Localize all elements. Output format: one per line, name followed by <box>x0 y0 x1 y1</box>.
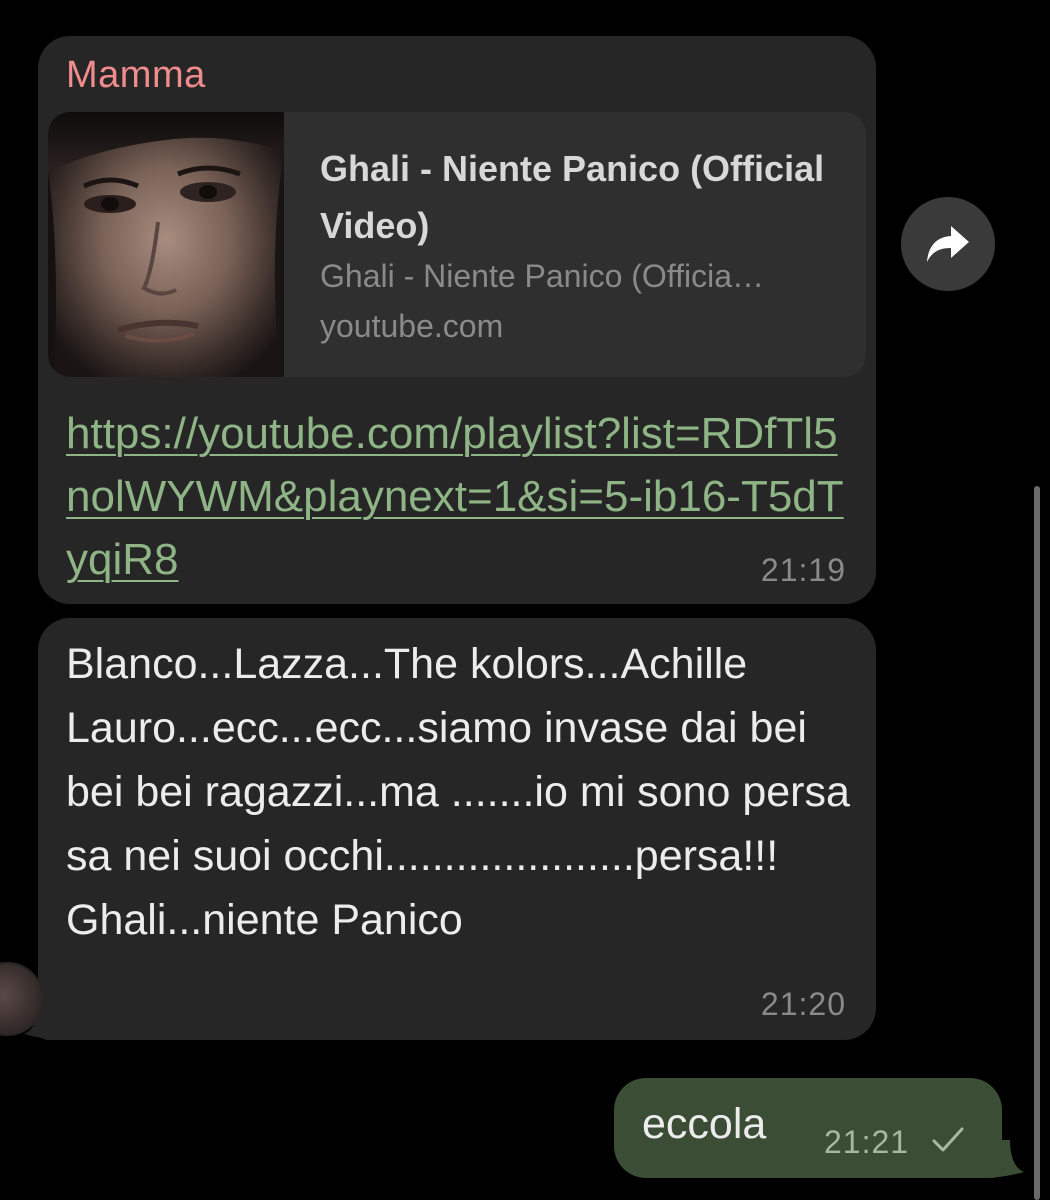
bubble-tail-outgoing <box>984 1140 1024 1178</box>
incoming-message-link[interactable]: Mamma Ghali - Niente Panico (Official Vi… <box>38 36 876 604</box>
forward-button[interactable] <box>901 197 995 291</box>
scrollbar[interactable] <box>1034 486 1040 1200</box>
message-timestamp: 21:20 <box>760 986 846 1022</box>
chat-screen: Mamma Ghali - Niente Panico (Official Vi… <box>0 0 1050 1200</box>
message-timestamp: 21:19 <box>760 552 846 588</box>
message-link[interactable]: https://youtube.com/playlist?list=RDfTl5… <box>66 402 846 591</box>
forward-arrow-icon <box>927 226 969 262</box>
check-icon <box>932 1127 964 1152</box>
link-preview-card[interactable]: Ghali - Niente Panico (Official Video) G… <box>48 112 866 377</box>
message-text: Blanco...Lazza...The kolors...Achille La… <box>66 640 850 944</box>
outgoing-message[interactable]: eccola 21:21 <box>614 1078 1002 1178</box>
sender-name[interactable]: Mamma <box>66 54 206 97</box>
message-timestamp: 21:21 <box>824 1124 910 1160</box>
incoming-message-text[interactable]: Blanco...Lazza...The kolors...Achille La… <box>38 618 876 1040</box>
preview-description: Ghali - Niente Panico (Officia… <box>320 258 765 294</box>
preview-title[interactable]: Ghali - Niente Panico (Official Video) <box>320 140 840 254</box>
message-text: eccola <box>642 1100 767 1148</box>
thumbnail-image <box>48 112 284 377</box>
video-thumbnail[interactable] <box>48 112 284 377</box>
preview-domain: youtube.com <box>320 308 504 344</box>
